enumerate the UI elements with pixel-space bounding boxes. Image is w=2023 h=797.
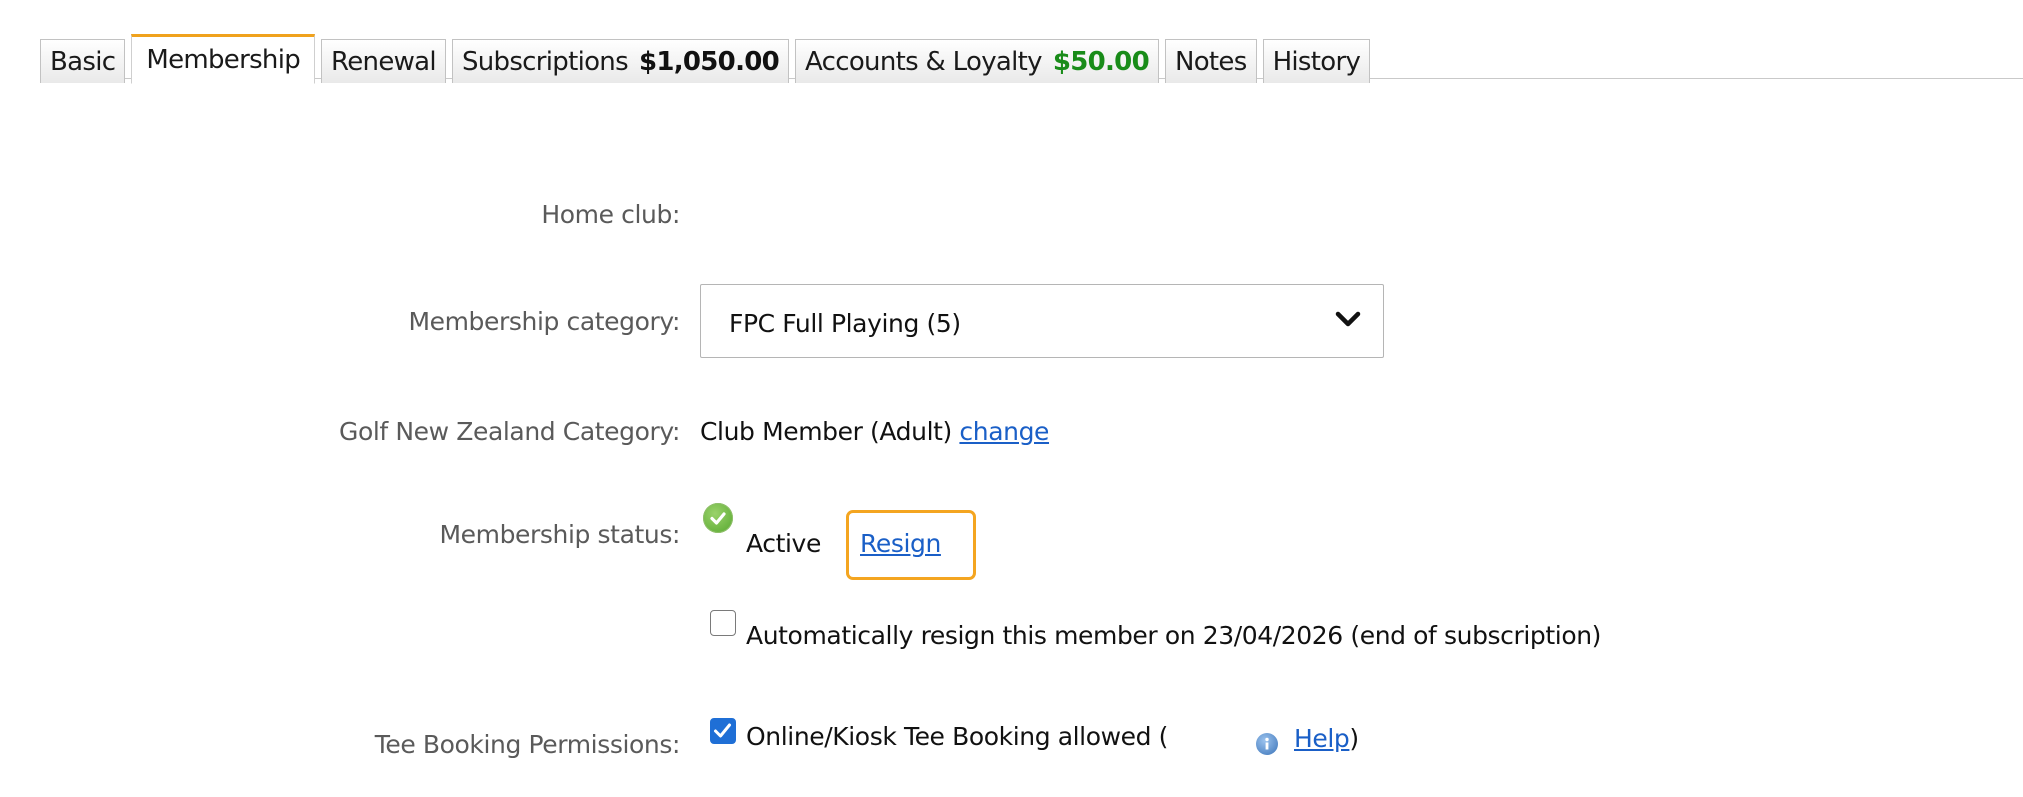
tab-label: Accounts & Loyalty xyxy=(805,46,1042,77)
membership-status-value: Active xyxy=(746,529,821,558)
help-link-row: Help) xyxy=(1294,724,1359,753)
tabs: Basic Membership Renewal Subscriptions $… xyxy=(40,34,1371,84)
tab-notes[interactable]: Notes xyxy=(1164,39,1257,83)
tab-label: Membership xyxy=(146,45,301,75)
tab-label: History xyxy=(1272,46,1361,77)
tab-bar: Basic Membership Renewal Subscriptions $… xyxy=(40,28,2023,84)
gnz-category-value-row: Club Member (Adult) change xyxy=(700,417,1049,446)
chevron-down-icon xyxy=(1335,311,1361,327)
resign-link[interactable]: Resign xyxy=(860,529,941,558)
tee-booking-label: Tee Booking Permissions: xyxy=(374,730,681,759)
gnz-category-value: Club Member (Adult) xyxy=(700,417,952,446)
tab-label: Notes xyxy=(1174,46,1247,77)
membership-category-select[interactable]: FPC Full Playing (5) xyxy=(700,284,1384,358)
tab-label: Subscriptions xyxy=(461,46,629,77)
checkmark-icon xyxy=(714,723,731,738)
tab-basic[interactable]: Basic xyxy=(40,39,126,83)
check-circle-icon xyxy=(703,503,733,533)
tee-booking-option-row: Online/Kiosk Tee Booking allowed ( xyxy=(746,722,1168,751)
tab-renewal[interactable]: Renewal xyxy=(321,39,446,83)
membership-category-selected-value: FPC Full Playing (5) xyxy=(729,309,961,338)
tab-amount: $50.00 xyxy=(1052,46,1150,77)
change-link[interactable]: change xyxy=(959,417,1049,446)
tab-accounts-loyalty[interactable]: Accounts & Loyalty $50.00 xyxy=(795,39,1159,83)
help-close-paren: ) xyxy=(1349,724,1359,753)
help-link[interactable]: Help xyxy=(1294,724,1350,753)
tab-history[interactable]: History xyxy=(1262,39,1371,83)
tab-subscriptions[interactable]: Subscriptions $1,050.00 xyxy=(451,39,790,83)
tab-membership[interactable]: Membership xyxy=(131,34,316,84)
info-icon xyxy=(1256,733,1278,755)
tab-label: Basic xyxy=(50,46,116,77)
membership-category-label: Membership category: xyxy=(408,307,680,336)
home-club-label: Home club: xyxy=(541,200,680,229)
membership-status-label: Membership status: xyxy=(439,520,680,549)
tee-booking-option-text: Online/Kiosk Tee Booking allowed ( xyxy=(746,722,1169,751)
tab-amount: $1,050.00 xyxy=(638,46,780,77)
auto-resign-label: Automatically resign this member on 23/0… xyxy=(746,621,1602,650)
gnz-category-label: Golf New Zealand Category: xyxy=(339,417,680,446)
tab-label: Renewal xyxy=(331,46,437,77)
auto-resign-checkbox[interactable] xyxy=(710,610,736,636)
tee-booking-checkbox[interactable] xyxy=(710,718,736,744)
